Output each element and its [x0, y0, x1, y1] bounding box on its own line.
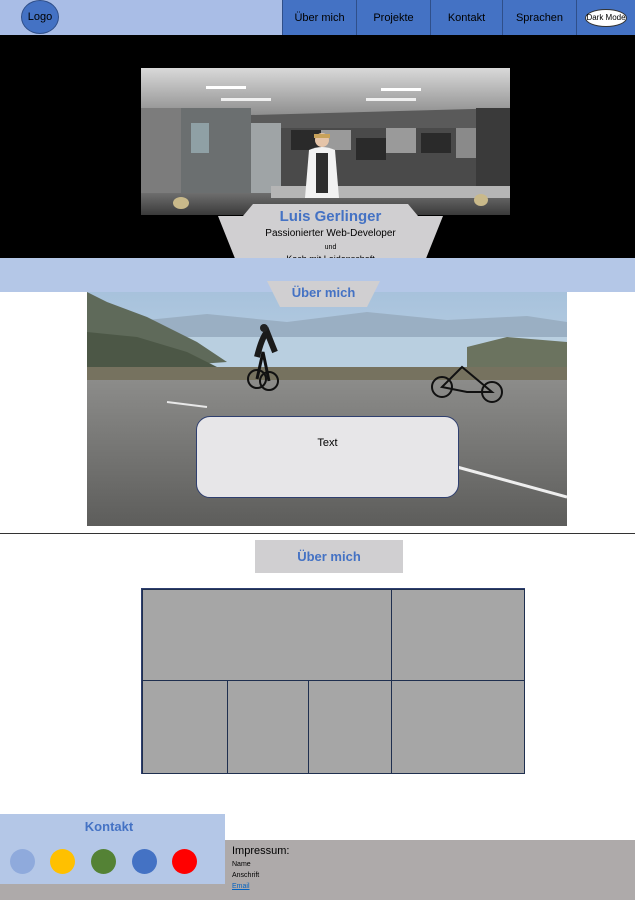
grid-tile-2[interactable] — [391, 589, 525, 681]
contact-dot-3[interactable] — [91, 849, 116, 874]
nav-item-sprachen[interactable]: Sprachen — [502, 0, 576, 35]
ueber-mich-tab-label: Über mich — [291, 285, 356, 300]
page: Logo Über mich Projekte Kontakt Sprachen… — [0, 0, 635, 900]
contact-dot-2[interactable] — [50, 849, 75, 874]
hero-kitchen-photo — [141, 68, 510, 215]
nav-item-ueber-mich[interactable]: Über mich — [282, 0, 356, 35]
top-navbar: Logo Über mich Projekte Kontakt Sprachen… — [0, 0, 635, 35]
contact-base — [0, 884, 225, 900]
impressum-heading: Impressum: — [232, 845, 290, 857]
contact-dot-4[interactable] — [132, 849, 157, 874]
name-plate: Luis Gerlinger Passionierter Web-Develop… — [218, 204, 443, 266]
hero-section: Luis Gerlinger Passionierter Web-Develop… — [0, 35, 635, 266]
nav-item-kontakt[interactable]: Kontakt — [430, 0, 502, 35]
hero-tagline-1: Passionierter Web-Developer — [265, 228, 396, 239]
grid-tile-6[interactable] — [391, 680, 525, 774]
contact-dot-1[interactable] — [10, 849, 35, 874]
logo[interactable]: Logo — [21, 0, 59, 34]
section-divider — [0, 533, 635, 534]
nav-item-projekte[interactable]: Projekte — [356, 0, 430, 35]
grid-tile-5[interactable] — [308, 680, 392, 774]
section-title-ueber-mich: Über mich — [255, 540, 403, 573]
grid-tile-4[interactable] — [227, 680, 309, 774]
impressum-anschrift: Anschrift — [232, 872, 260, 879]
nav-menu: Über mich Projekte Kontakt Sprachen Dark… — [282, 0, 635, 35]
hero-tagline-und: und — [324, 244, 337, 251]
contact-title: Kontakt — [84, 819, 134, 834]
contact-dot-5[interactable] — [172, 849, 197, 874]
hero-name: Luis Gerlinger — [279, 208, 382, 225]
dark-mode-container: Dark Mode — [576, 0, 635, 35]
dark-mode-toggle[interactable]: Dark Mode — [585, 8, 627, 27]
about-text-box: Text — [196, 416, 459, 498]
ueber-mich-tab[interactable]: Über mich — [267, 281, 380, 307]
impressum-email-link[interactable]: Email — [232, 883, 250, 890]
contact-panel: Kontakt — [0, 814, 225, 884]
impressum-name: Name — [232, 861, 251, 868]
about-text: Text — [317, 437, 338, 449]
grid-tile-1[interactable] — [142, 589, 392, 681]
grid-tile-3[interactable] — [142, 680, 228, 774]
project-grid — [141, 588, 525, 774]
